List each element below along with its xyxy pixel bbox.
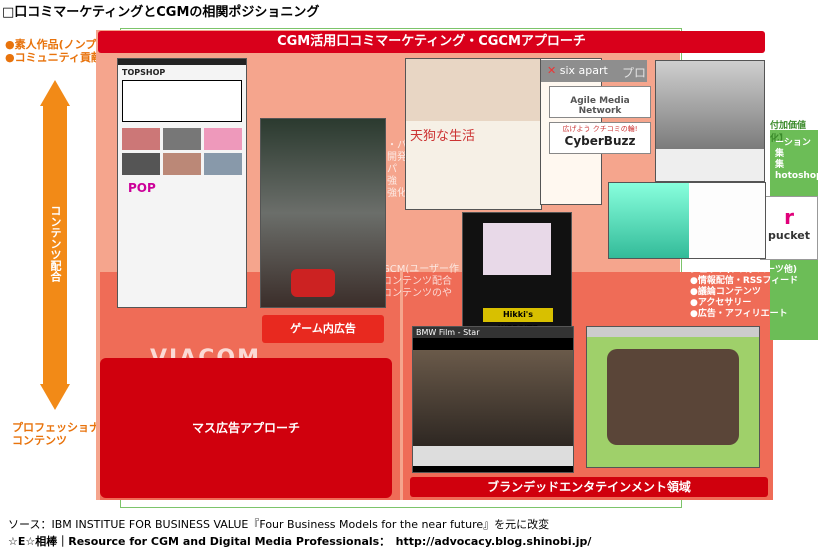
six-apart-text: six apart — [559, 64, 608, 77]
hikki-website-label: Hikki's WEBSITE — [483, 308, 553, 326]
product-thumb — [163, 153, 201, 175]
cyberbuzz-tagline: 広げよう クチコミの輪! — [562, 125, 638, 133]
six-apart-icon: ✕ — [547, 64, 557, 77]
topshop-bar — [118, 59, 246, 65]
cyberbuzz-logo-text: CyberBuzz — [564, 134, 636, 148]
mid-faded-text: ・パ 開発 パ 強 強化 — [387, 140, 407, 200]
widget-item-3: ●アクセサリー — [690, 298, 752, 308]
topshop-logo: TOPSHOP — [122, 68, 166, 77]
mid-faded-lower-2: コンテンツ配合 — [382, 276, 452, 287]
widget-list: ジェット(ブログパーツ他) ●情報配信・RSSフィード ●議論コンテンツ ●アク… — [690, 265, 798, 320]
mass-ad-approach-box: マス広告アプローチ — [100, 358, 392, 498]
product-thumb — [122, 153, 160, 175]
value-add-lines: ーション 集 集 hotoshop) — [775, 138, 818, 182]
pucket-logo-box: r pucket — [760, 196, 818, 260]
blog-title: 天狗な生活 — [410, 129, 476, 144]
widget-item-4: ●広告・アフィリエート — [690, 309, 788, 319]
bmw-film-frame — [413, 350, 573, 446]
video-controls-top — [656, 149, 764, 181]
pucket-mark: r — [784, 205, 794, 229]
hikki-screenshot: Hikki's WEBSITE — [462, 212, 572, 327]
blog-parts-screenshot — [608, 182, 766, 259]
left-bottom-labels: プロフェッショナ コンテンツ — [12, 421, 100, 447]
blog-screenshot: 天狗な生活 — [405, 58, 542, 210]
product-thumb — [204, 128, 242, 150]
branded-entertainment-label: ブランデッドエンタテインメント領域 — [410, 477, 768, 497]
widget-item-2: ●議論コンテンツ — [690, 287, 761, 297]
mid-faded-lower: GCM(ユーザー作 コンテンツ配合 コンテンツのや — [382, 264, 459, 300]
product-thumb — [122, 128, 160, 150]
pucket-logo-text: pucket — [768, 229, 810, 242]
credit-line: ☆E☆相棒｜Resource for CGM and Digital Media… — [8, 535, 592, 548]
agile-logo-box: Agile Media Network — [549, 86, 651, 118]
topshop-product-grid — [122, 128, 242, 175]
video-frame-top — [656, 61, 764, 149]
widget-title: ジェット(ブログパーツ他) — [690, 265, 798, 275]
left-top-label-2: ●コミュニティ貢献 — [5, 51, 102, 64]
product-thumb — [204, 153, 242, 175]
value-add-line-1: ーション — [775, 138, 811, 148]
mid-faded-4: 強 — [387, 176, 397, 187]
branded-video-frame — [607, 349, 739, 445]
bmw-film-title: BMW Film - Star — [413, 327, 573, 338]
branded-video-player — [586, 326, 760, 468]
blog-header-image — [406, 59, 541, 121]
six-apart-suffix: プロ — [622, 66, 647, 80]
game-screenshot — [260, 118, 386, 308]
topshop-screenshot: TOPSHOP POP — [117, 58, 247, 308]
left-bottom-label-2: コンテンツ — [12, 434, 67, 447]
mid-faded-5: 強化 — [387, 188, 407, 199]
branded-video-titlebar — [587, 327, 759, 337]
value-add-line-3: 集 — [775, 160, 785, 170]
bmw-film-player: BMW Film - Star — [412, 326, 574, 473]
left-bottom-label-1: プロフェッショナ — [12, 421, 100, 434]
in-game-ad-label: ゲーム内広告 — [262, 315, 384, 343]
mid-faded-1: ・パ — [387, 140, 407, 151]
agile-logo-text: Agile Media Network — [570, 96, 630, 116]
value-add-line-2: 集 — [775, 149, 785, 159]
bmw-film-controls — [413, 446, 573, 466]
mid-faded-lower-1: GCM(ユーザー作 — [382, 264, 460, 275]
left-top-labels: ●素人作品(ノンプ ●コミュニティ貢献 — [5, 38, 102, 64]
product-thumb — [163, 128, 201, 150]
topshop-text-block — [122, 80, 242, 122]
cgm-approach-header: CGM活用口コミマーケティング・CGCMアプローチ — [98, 31, 765, 53]
left-top-label-1: ●素人作品(ノンプ — [5, 38, 97, 51]
mid-faded-3: パ — [387, 164, 397, 175]
game-car — [291, 269, 335, 297]
content-mix-axis-label: コンテンツ配合 — [46, 205, 64, 286]
mid-faded-lower-3: コンテンツのや — [382, 288, 452, 299]
value-add-line-4: hotoshop) — [775, 171, 818, 181]
video-player-top — [655, 60, 765, 182]
diagram-title: □口コミマーケティングとCGMの相関ポジショニング — [2, 5, 320, 20]
widget-item-1: ●情報配信・RSSフィード — [690, 276, 799, 286]
pop-logo: POP — [128, 181, 156, 195]
hikki-photo — [483, 223, 551, 275]
blog-parts-graphic — [609, 183, 689, 258]
cyberbuzz-logo-box: 広げよう クチコミの輪! CyberBuzz — [549, 122, 651, 154]
mid-faded-2: 開発 — [387, 152, 407, 163]
content-mix-axis-text: コンテンツ配合 — [49, 205, 62, 282]
source-note: ソース：IBM INSTITUE FOR BUSINESS VALUE『Four… — [8, 518, 550, 531]
